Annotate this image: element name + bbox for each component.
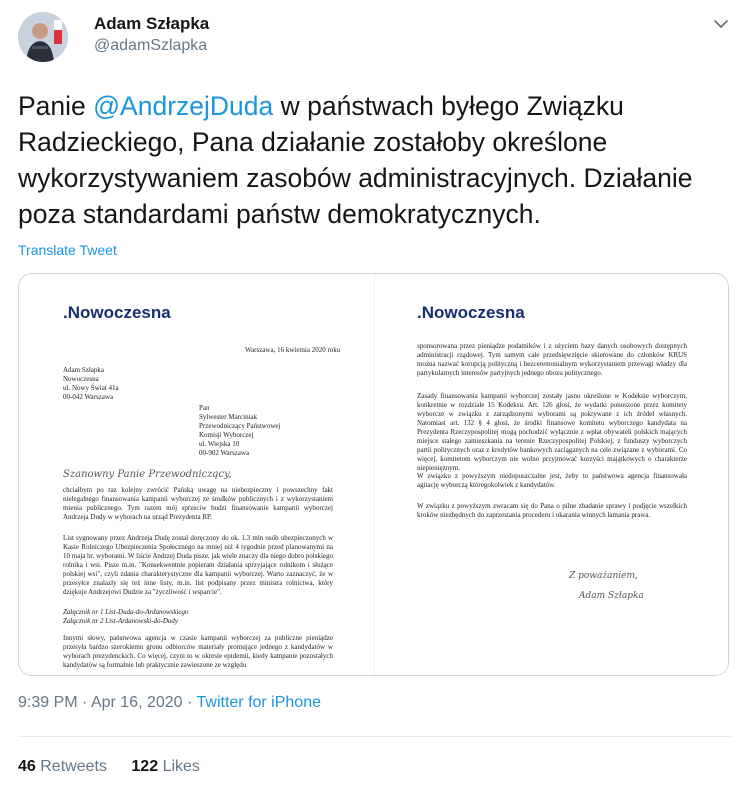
mention-link[interactable]: @AndrzejDuda — [93, 91, 273, 121]
meta-separator: · — [77, 694, 91, 711]
letter-image[interactable]: .Nowoczesna Warszawa, 16 kwietnia 2020 r… — [18, 273, 729, 676]
sender-line: Adam Szłapka — [63, 366, 105, 374]
author-handle[interactable]: @adamSzlapka — [94, 37, 207, 55]
letter-date: Warszawa, 16 kwietnia 2020 roku — [245, 346, 341, 354]
sender-line: 00-042 Warszawa — [63, 393, 114, 401]
likes-label: Likes — [162, 758, 200, 775]
tweet-text: Panie @AndrzejDuda w państwach byłego Zw… — [18, 88, 730, 232]
paragraph-7: W związku z powyższym zwracam się do Pan… — [417, 502, 687, 519]
tweet-text-start: Panie — [18, 91, 94, 121]
recipient-line: Sylwester Marciniak — [199, 413, 258, 421]
paragraph-3: Innymi słowy, państwowa agencja w czasie… — [63, 634, 333, 669]
likes-stat[interactable]: 122 Likes — [131, 758, 200, 775]
retweets-count: 46 — [18, 758, 36, 775]
likes-count: 122 — [131, 758, 159, 775]
handwritten-salutation: Szanowny Panie Przewodniczący, — [63, 469, 232, 480]
paragraph-5: Zasady finansowania kampanii wyborczej z… — [417, 392, 687, 472]
nowoczesna-logo: .Nowoczesna — [63, 303, 171, 322]
divider — [18, 736, 731, 737]
recipient-line: Komisji Wyborczej — [199, 431, 254, 439]
letter-signature: Adam Szłapka — [579, 591, 644, 601]
letter-closing: Z poważaniem, — [569, 571, 638, 581]
retweets-stat[interactable]: 46 Retweets — [18, 758, 107, 775]
author-name[interactable]: Adam Szłapka — [94, 14, 209, 34]
tweet-source[interactable]: Twitter for iPhone — [197, 694, 322, 711]
letter-page-2: .Nowoczesna sponsorowana przez pieniądze… — [375, 274, 728, 675]
chevron-down-icon[interactable] — [711, 14, 731, 34]
recipient-line: ul. Wiejska 10 — [199, 440, 240, 448]
translate-tweet-link[interactable]: Translate Tweet — [18, 242, 117, 258]
nowoczesna-logo: .Nowoczesna — [417, 303, 525, 322]
paragraph-4: sponsorowana przez pieniądze podatników … — [417, 342, 687, 377]
tweet-date[interactable]: Apr 16, 2020 — [91, 694, 183, 711]
retweets-label: Retweets — [40, 758, 107, 775]
sender-block: Adam Szłapka Nowoczesna ul. Nowy Świat 4… — [63, 366, 203, 402]
letter-page-1: .Nowoczesna Warszawa, 16 kwietnia 2020 r… — [19, 274, 374, 675]
recipient-line: 00-902 Warszawa — [199, 449, 250, 457]
recipient-block: Pan Sylwester Marciniak Przewodniczący P… — [199, 404, 339, 458]
meta-separator: · — [182, 694, 197, 711]
recipient-line: Przewodniczący Państwowej — [199, 422, 281, 430]
attachment-1: Załącznik nr 1 List-Duda-do-Ardanowskieg… — [63, 608, 189, 616]
tweet-header: Adam Szłapka @adamSzlapka — [18, 10, 731, 66]
tweet-stats: 46 Retweets 122 Likes — [18, 758, 220, 776]
sender-line: ul. Nowy Świat 41a — [63, 384, 119, 392]
avatar[interactable] — [18, 12, 68, 62]
tweet-meta: 9:39 PM · Apr 16, 2020 · Twitter for iPh… — [18, 694, 321, 712]
paragraph-1: chciałbym po raz kolejny zwrócić Pańską … — [63, 486, 333, 521]
paragraph-6: W związku z powyższym niedopuszczalne je… — [417, 472, 687, 489]
paragraph-2: List sygnowany przez Andrzeja Dudę zosta… — [63, 534, 333, 596]
tweet-time[interactable]: 9:39 PM — [18, 694, 78, 711]
attachment-2: Załącznik nr 2 List-Ardanowski-do-Dudy — [63, 617, 179, 625]
recipient-line: Pan — [199, 404, 210, 412]
sender-line: Nowoczesna — [63, 375, 99, 383]
